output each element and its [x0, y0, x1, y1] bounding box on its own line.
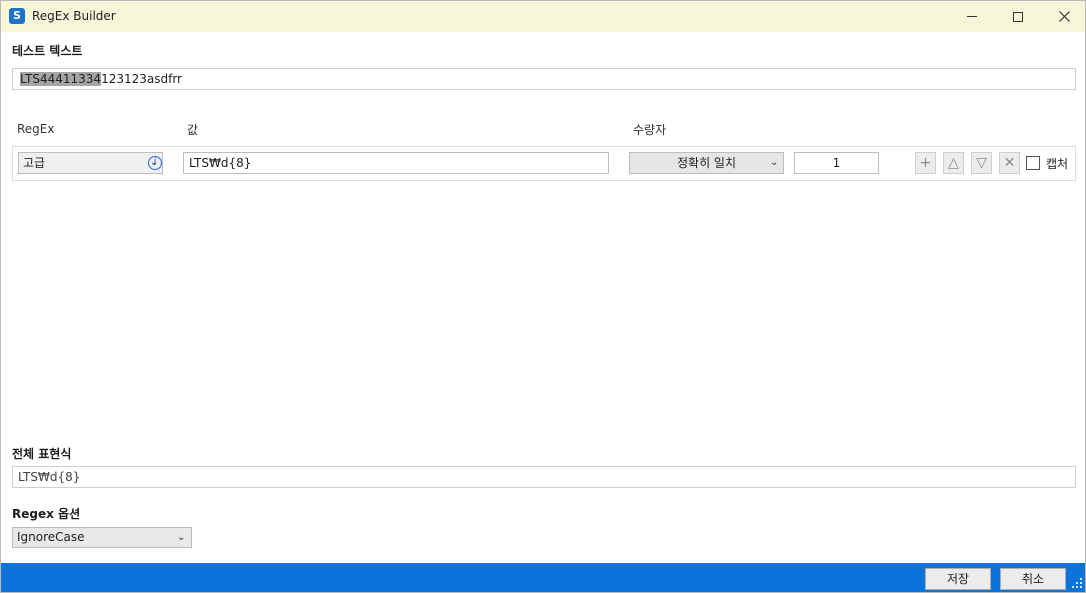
- regex-options-value: IgnoreCase: [17, 530, 85, 544]
- test-text-rest: 123123asdfrr: [101, 72, 182, 86]
- test-text-label: 테스트 텍스트: [12, 44, 83, 58]
- chevron-down-icon: ⌄: [150, 157, 159, 168]
- app-icon: S: [9, 8, 25, 24]
- full-expression-label: 전체 표현식: [12, 447, 72, 461]
- minimize-button[interactable]: [949, 1, 995, 32]
- regex-type-select[interactable]: 고급 i ⌄: [18, 152, 163, 174]
- maximize-icon: [1013, 11, 1023, 22]
- close-icon: [1058, 11, 1070, 22]
- close-button[interactable]: [1041, 1, 1086, 32]
- column-value-label: 값: [187, 123, 199, 137]
- quantifier-select[interactable]: 정확히 일치 ⌄: [629, 152, 784, 174]
- triangle-down-icon: ▽: [976, 155, 987, 171]
- move-up-button[interactable]: △: [943, 152, 964, 174]
- regex-options-label: Regex 옵션: [12, 507, 81, 521]
- save-button[interactable]: 저장: [925, 568, 991, 590]
- move-down-button[interactable]: ▽: [971, 152, 992, 174]
- x-icon: ✕: [1003, 155, 1016, 171]
- column-quantifier-label: 수량자: [633, 123, 667, 137]
- title-bar[interactable]: S RegEx Builder: [1, 1, 1085, 32]
- footer-bar: 저장 취소: [1, 563, 1085, 592]
- plus-icon: +: [919, 155, 932, 171]
- regex-builder-window: S RegEx Builder 테스트 텍스트 LTS4441133412312…: [0, 0, 1086, 593]
- capture-checkbox[interactable]: [1026, 156, 1040, 170]
- regex-type-value: 고급: [23, 156, 46, 170]
- minimize-icon: [967, 16, 977, 17]
- chevron-down-icon: ⌄: [177, 532, 186, 543]
- chevron-down-icon: ⌄: [770, 157, 779, 168]
- regex-options-select[interactable]: IgnoreCase ⌄: [12, 527, 192, 548]
- regex-value-input[interactable]: LTS₩d{8}: [183, 152, 609, 174]
- cancel-button[interactable]: 취소: [1000, 568, 1066, 590]
- window-title: RegEx Builder: [32, 9, 116, 23]
- resize-grip-icon[interactable]: [1071, 577, 1083, 589]
- remove-row-button[interactable]: ✕: [999, 152, 1020, 174]
- full-expression-field[interactable]: LTS₩d{8}: [12, 466, 1076, 488]
- quantifier-value: 정확히 일치: [676, 156, 736, 170]
- capture-label: 캡처: [1046, 157, 1069, 171]
- count-input[interactable]: 1: [794, 152, 879, 174]
- maximize-button[interactable]: [995, 1, 1041, 32]
- match-highlight: LTS44411334: [20, 72, 102, 86]
- test-text-input[interactable]: LTS44411334123123asdfrr: [12, 68, 1076, 90]
- column-regex-label: RegEx: [17, 122, 55, 136]
- triangle-up-icon: △: [948, 155, 959, 171]
- add-row-button[interactable]: +: [915, 152, 936, 174]
